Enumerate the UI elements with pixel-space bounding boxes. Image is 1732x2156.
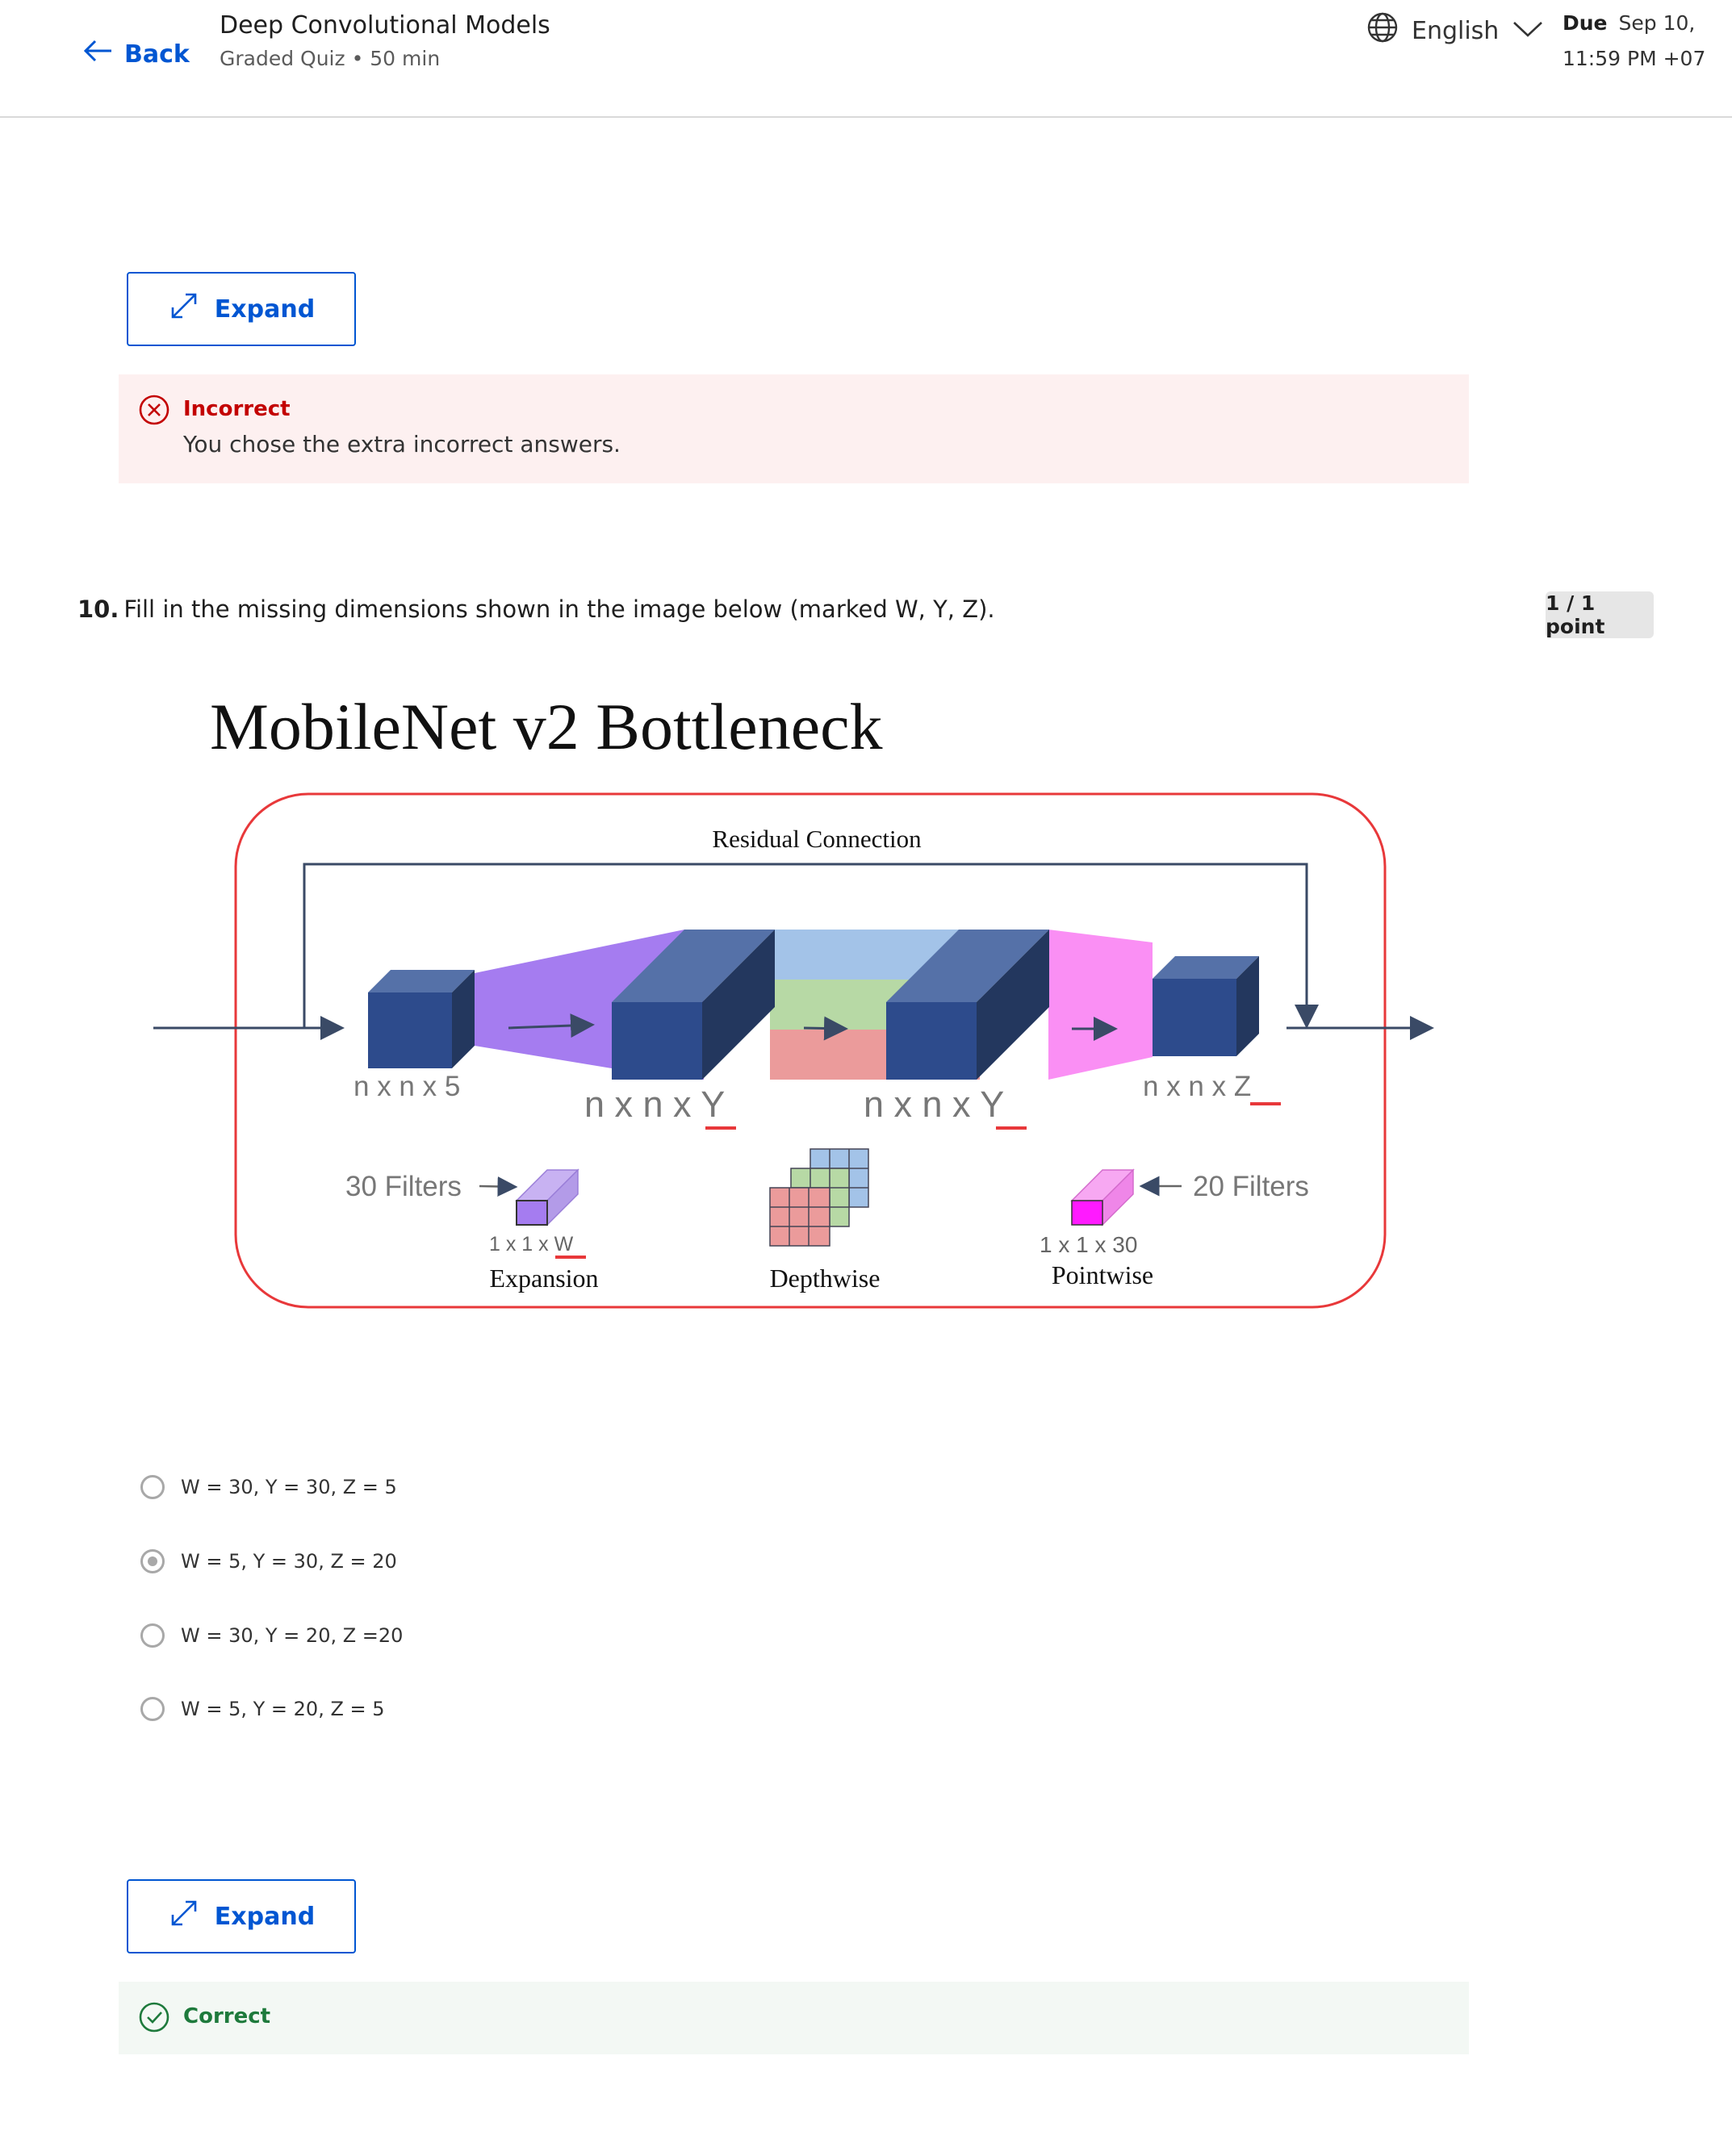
pointwise-funnel bbox=[1048, 930, 1153, 1080]
expansion-kernel-label: 1 x 1 x W bbox=[489, 1233, 574, 1256]
expansion-filters-label: 30 Filters bbox=[345, 1171, 462, 1202]
feedback-title: Correct bbox=[183, 2004, 271, 2029]
due-time: 11:59 PM +07 bbox=[1563, 47, 1706, 70]
option-label: W = 5, Y = 30, Z = 20 bbox=[181, 1550, 397, 1573]
expand-label: Expand bbox=[214, 295, 316, 324]
input-dim-label: n x n x 5 bbox=[354, 1071, 460, 1102]
question-text: 10. Fill in the missing dimensions shown … bbox=[77, 595, 995, 623]
expansion-kernel-icon bbox=[515, 1168, 579, 1226]
expand-label: Expand bbox=[214, 1902, 316, 1931]
feedback-title: Incorrect bbox=[183, 397, 291, 421]
quiz-subtitle: Graded Quiz • 50 min bbox=[220, 47, 441, 70]
arrow-left-icon bbox=[82, 39, 113, 69]
expanded-dim-label: n x n x Y bbox=[584, 1084, 725, 1125]
expand-button[interactable]: Expand bbox=[127, 272, 356, 346]
expand-icon bbox=[168, 290, 200, 328]
radio-button[interactable] bbox=[140, 1475, 165, 1499]
expanded-dim-prefix: n x n x bbox=[584, 1084, 701, 1125]
option-label: W = 30, Y = 20, Z =20 bbox=[181, 1624, 404, 1647]
depthwise-dim-prefix: n x n x bbox=[864, 1084, 980, 1125]
depthwise-kernel-icon bbox=[769, 1148, 869, 1247]
course-title: Deep Convolutional Models bbox=[220, 11, 550, 40]
option-label: W = 5, Y = 20, Z = 5 bbox=[181, 1698, 385, 1720]
due-date-value: Sep 10, bbox=[1618, 11, 1696, 35]
radio-button[interactable] bbox=[140, 1697, 165, 1721]
error-circle-icon bbox=[138, 394, 170, 429]
filter-arrow bbox=[479, 1176, 518, 1197]
residual-label: Residual Connection bbox=[712, 825, 922, 853]
expand-icon bbox=[168, 1897, 200, 1936]
expanded-dim-var: Y bbox=[701, 1084, 725, 1125]
check-circle-icon bbox=[138, 2001, 170, 2037]
output-dim-var: Z bbox=[1234, 1071, 1251, 1102]
option-2[interactable]: W = 5, Y = 30, Z = 20 bbox=[140, 1549, 397, 1573]
language-selector[interactable]: English bbox=[1366, 11, 1544, 50]
output-block bbox=[1153, 956, 1259, 1056]
expansion-kernel-prefix: 1 x 1 x bbox=[489, 1233, 554, 1256]
pointwise-label: Pointwise bbox=[1052, 1260, 1153, 1289]
feedback-correct: Correct bbox=[119, 1982, 1469, 2054]
question-number: 10. bbox=[77, 595, 119, 623]
due-date: Due Sep 10, bbox=[1563, 11, 1695, 35]
pointwise-kernel-icon bbox=[1070, 1168, 1135, 1226]
option-3[interactable]: W = 30, Y = 20, Z =20 bbox=[140, 1623, 403, 1648]
language-label: English bbox=[1412, 16, 1500, 45]
expand-button[interactable]: Expand bbox=[127, 1879, 356, 1953]
chevron-down-icon bbox=[1512, 17, 1544, 45]
mobilenet-diagram: MobileNet v2 Bottleneck Residual Connect… bbox=[149, 690, 1440, 1323]
radio-button-selected[interactable] bbox=[140, 1549, 165, 1573]
radio-button[interactable] bbox=[140, 1623, 165, 1648]
feedback-text: You chose the extra incorrect answers. bbox=[183, 431, 621, 458]
flow-arrow bbox=[803, 1016, 848, 1041]
input-block bbox=[368, 970, 475, 1068]
output-dim-prefix: n x n x bbox=[1143, 1071, 1234, 1102]
back-button[interactable]: Back bbox=[82, 39, 190, 69]
points-badge: 1 / 1 point bbox=[1546, 591, 1654, 638]
question-prompt: Fill in the missing dimensions shown in … bbox=[123, 595, 995, 623]
back-label: Back bbox=[124, 40, 190, 69]
figure-title: MobileNet v2 Bottleneck bbox=[210, 694, 883, 763]
depthwise-dim-var: Y bbox=[980, 1084, 1004, 1125]
pointwise-kernel-label: 1 x 1 x 30 bbox=[1040, 1232, 1137, 1257]
expansion-kernel-var: W bbox=[554, 1233, 574, 1256]
depthwise-dim-label: n x n x Y bbox=[864, 1084, 1004, 1125]
due-label: Due bbox=[1563, 11, 1608, 35]
quiz-header: Back Deep Convolutional Models Graded Qu… bbox=[0, 0, 1732, 118]
option-1[interactable]: W = 30, Y = 30, Z = 5 bbox=[140, 1475, 397, 1499]
feedback-incorrect: Incorrect You chose the extra incorrect … bbox=[119, 374, 1469, 483]
expansion-label: Expansion bbox=[489, 1264, 598, 1293]
output-dim-label: n x n x Z bbox=[1143, 1071, 1251, 1102]
option-4[interactable]: W = 5, Y = 20, Z = 5 bbox=[140, 1697, 385, 1721]
globe-icon bbox=[1366, 11, 1399, 50]
pointwise-filters-label: 20 Filters bbox=[1193, 1171, 1309, 1202]
depthwise-label: Depthwise bbox=[770, 1264, 881, 1293]
option-label: W = 30, Y = 30, Z = 5 bbox=[181, 1476, 397, 1498]
